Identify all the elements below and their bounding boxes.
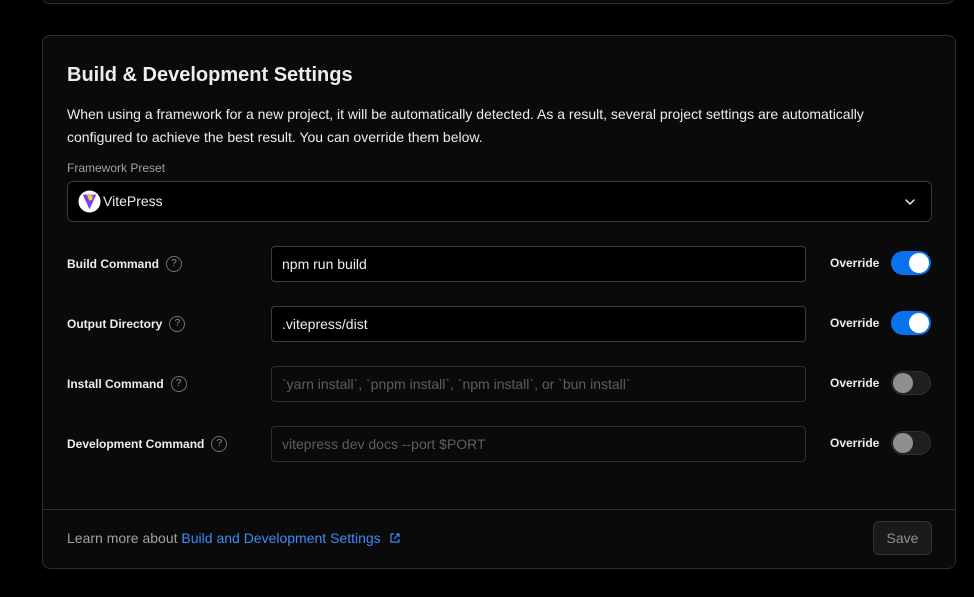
- output-directory-override-label: Override: [830, 316, 880, 330]
- build-command-input[interactable]: [271, 246, 806, 282]
- footer-prefix: Learn more about: [67, 530, 178, 546]
- help-icon[interactable]: ?: [211, 436, 228, 452]
- help-icon[interactable]: ?: [166, 256, 182, 272]
- install-command-input[interactable]: [271, 366, 806, 402]
- help-icon[interactable]: ?: [169, 316, 186, 332]
- framework-preset-select[interactable]: VitePress: [67, 181, 932, 222]
- save-button[interactable]: Save: [873, 521, 932, 555]
- section-description: When using a framework for a new project…: [67, 106, 864, 145]
- install-command-label-wrap: Install Command ?: [67, 376, 187, 392]
- section-title: Build & Development Settings: [67, 64, 353, 86]
- output-directory-label: Output Directory: [67, 317, 163, 331]
- footer-text: Learn more about Build and Development S…: [67, 530, 401, 546]
- install-command-override-label: Override: [830, 376, 880, 390]
- toggle-knob: [893, 433, 913, 453]
- build-command-label: Build Command: [67, 257, 159, 271]
- previous-card-edge: [42, 0, 954, 4]
- vitepress-logo-icon: [78, 190, 101, 213]
- development-command-label-wrap: Development Command ?: [67, 436, 228, 452]
- output-directory-label-wrap: Output Directory ?: [67, 316, 186, 332]
- footer-link-text: Build and Development Settings: [181, 530, 381, 546]
- development-command-override-label: Override: [830, 436, 880, 450]
- chevron-down-icon: [905, 199, 915, 205]
- output-directory-row: Output Directory ? Override: [67, 306, 932, 342]
- card-footer: Learn more about Build and Development S…: [43, 509, 955, 568]
- help-icon[interactable]: ?: [170, 376, 187, 392]
- build-command-label-wrap: Build Command ?: [67, 256, 182, 272]
- build-command-override-toggle[interactable]: [891, 251, 931, 275]
- toggle-knob: [909, 313, 929, 333]
- development-command-label: Development Command: [67, 437, 205, 451]
- build-command-override-label: Override: [830, 256, 880, 270]
- development-command-override-toggle[interactable]: [891, 431, 931, 455]
- build-command-row: Build Command ? Override: [67, 246, 932, 282]
- external-link-icon: [389, 533, 400, 543]
- install-command-override-toggle[interactable]: [891, 371, 931, 395]
- build-development-settings-link[interactable]: Build and Development Settings: [181, 530, 400, 546]
- output-directory-override-toggle[interactable]: [891, 311, 931, 335]
- build-development-settings-card: Build & Development Settings When using …: [42, 35, 956, 569]
- install-command-row: Install Command ? Override: [67, 366, 932, 402]
- development-command-input[interactable]: [271, 426, 806, 462]
- install-command-label: Install Command: [67, 377, 164, 391]
- framework-preset-value: VitePress: [103, 193, 163, 209]
- output-directory-input[interactable]: [271, 306, 806, 342]
- toggle-knob: [893, 373, 913, 393]
- framework-preset-label: Framework Preset: [67, 161, 166, 175]
- development-command-row: Development Command ? Override: [67, 426, 932, 462]
- toggle-knob: [909, 253, 929, 273]
